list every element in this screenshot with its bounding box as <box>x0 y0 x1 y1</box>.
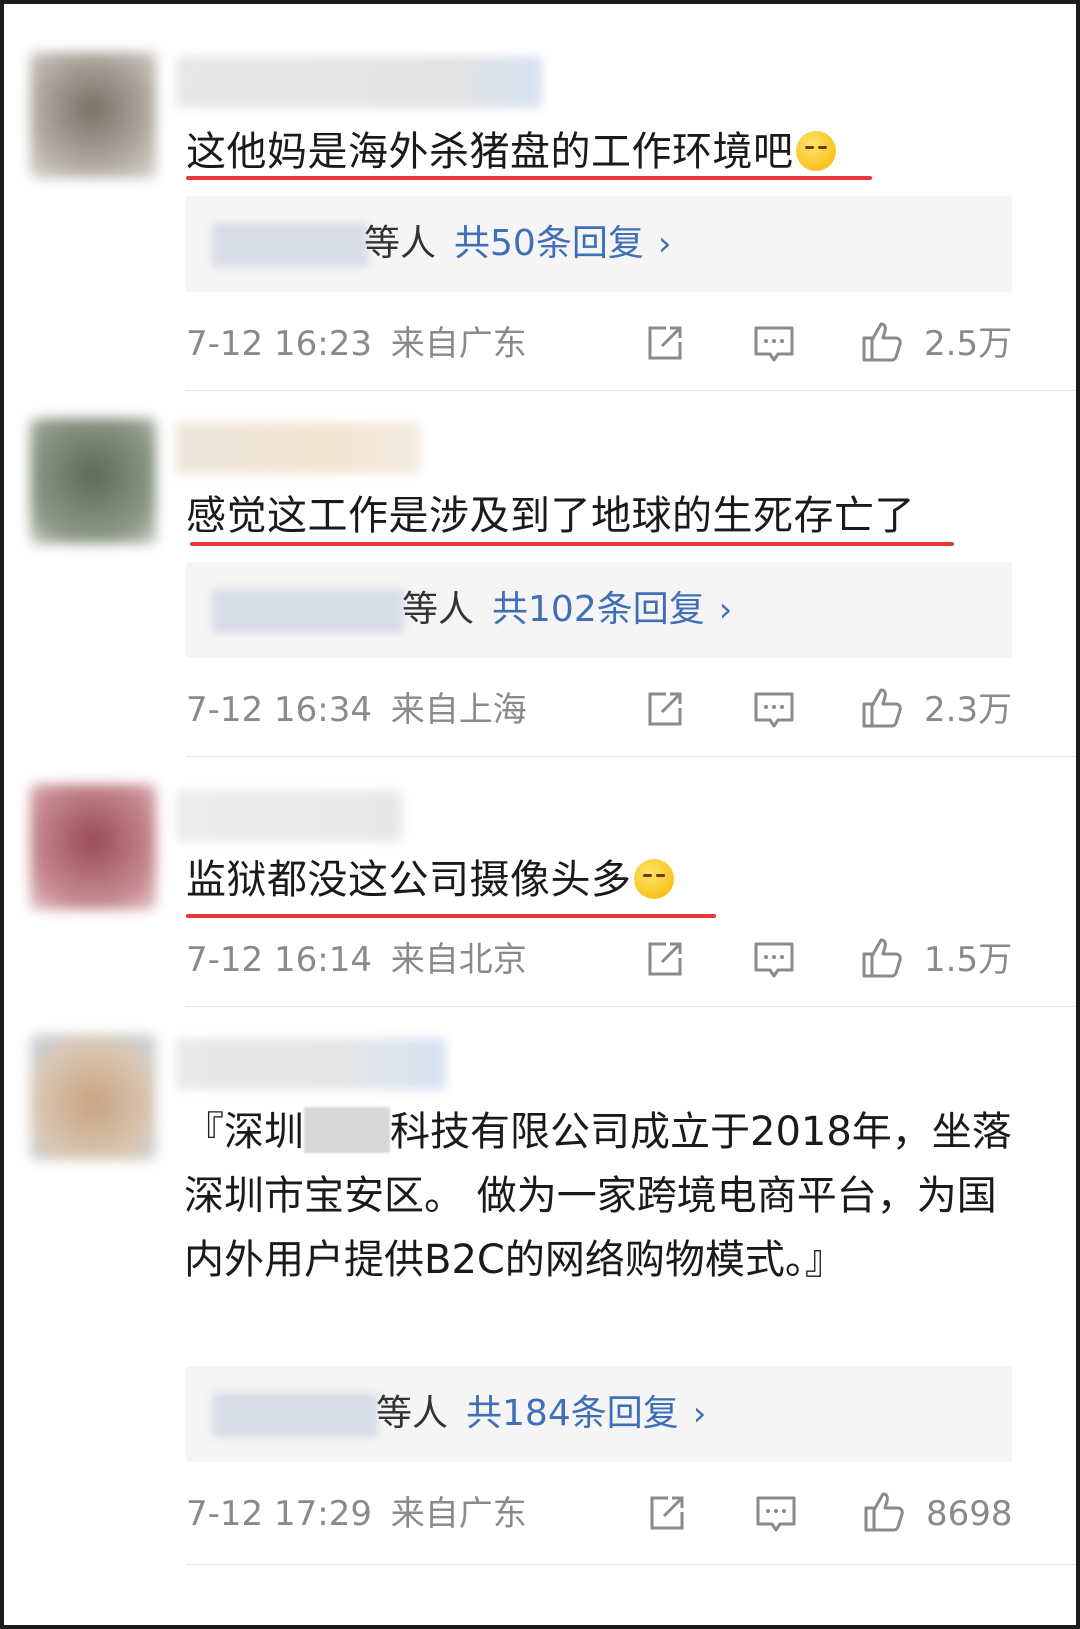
timestamp: 7-12 16:14 <box>186 940 372 980</box>
reply-users-suffix: 等人 <box>376 1393 449 1434</box>
comment-text: 『深圳 科技有限公司成立于2018年，坐落深圳市宝安区。 做为一家跨境电商平台，为… <box>184 1107 1012 1283</box>
comment-meta: 7-12 16:23 来自广东 <box>186 324 527 364</box>
location: 来自广东 <box>390 324 527 364</box>
share-icon[interactable] <box>642 938 686 982</box>
location: 来自上海 <box>390 690 527 730</box>
emoji-icon <box>795 131 836 171</box>
timestamp: 7-12 16:34 <box>186 690 372 730</box>
highlight-underline <box>190 542 954 546</box>
emoji-icon <box>633 859 674 899</box>
reply-users-suffix: 等人 <box>364 223 437 264</box>
thumbs-up-icon[interactable] <box>862 1490 906 1534</box>
thumbs-up-icon[interactable] <box>860 686 904 730</box>
comment-icon[interactable] <box>752 688 796 732</box>
highlight-underline <box>186 914 716 918</box>
like-count: 2.3万 <box>924 690 1013 730</box>
highlight-underline <box>186 176 872 180</box>
avatar[interactable] <box>30 52 156 178</box>
comment-list: 这他妈是海外杀猪盘的工作环境吧 等人 共50条回复 › 7-12 16:23 来自广… <box>4 4 1076 1625</box>
thumbs-up-icon[interactable] <box>860 320 904 364</box>
comment-meta: 7-12 16:14 来自北京 <box>186 940 527 980</box>
reply-users-blurred <box>212 589 404 633</box>
username-blurred[interactable] <box>176 790 402 842</box>
reply-users-blurred <box>212 223 368 267</box>
divider <box>186 756 1076 757</box>
chevron-right-icon: › <box>657 224 672 264</box>
comment-text: 这他妈是海外杀猪盘的工作环境吧 <box>186 128 836 176</box>
divider <box>186 1006 1076 1007</box>
share-icon[interactable] <box>642 688 686 732</box>
share-icon[interactable] <box>644 1492 688 1536</box>
reply-users-blurred <box>212 1393 378 1437</box>
comment-meta: 7-12 16:34 来自上海 <box>186 690 527 730</box>
view-replies-link[interactable]: 共184条回复 <box>466 1393 679 1434</box>
username-blurred[interactable] <box>176 56 542 108</box>
replies-preview[interactable]: 等人 共50条回复 › <box>186 196 1012 292</box>
timestamp: 7-12 17:29 <box>186 1494 372 1534</box>
location: 来自北京 <box>390 940 527 980</box>
comment-meta: 7-12 17:29 来自广东 <box>186 1494 527 1534</box>
divider <box>186 1564 1076 1565</box>
thumbs-up-icon[interactable] <box>860 936 904 980</box>
reply-users-suffix: 等人 <box>402 589 475 630</box>
chevron-right-icon: › <box>718 590 733 630</box>
like-count: 2.5万 <box>924 324 1013 364</box>
like-count: 8698 <box>926 1494 1013 1534</box>
comment-icon[interactable] <box>754 1492 798 1536</box>
share-icon[interactable] <box>642 322 686 366</box>
comment-icon[interactable] <box>752 938 796 982</box>
timestamp: 7-12 16:23 <box>186 324 372 364</box>
comment-text: 监狱都没这公司摄像头多 <box>186 856 674 904</box>
username-blurred[interactable] <box>176 1038 446 1090</box>
username-blurred[interactable] <box>176 422 420 474</box>
avatar[interactable] <box>30 418 156 544</box>
avatar[interactable] <box>30 1034 156 1160</box>
avatar[interactable] <box>30 784 156 910</box>
replies-preview[interactable]: 等人 共102条回复 › <box>186 562 1012 658</box>
view-replies-link[interactable]: 共102条回复 <box>492 589 705 630</box>
view-replies-link[interactable]: 共50条回复 <box>454 223 644 264</box>
comment-text: 感觉这工作是涉及到了地球的生死存亡了 <box>186 493 915 539</box>
like-count: 1.5万 <box>924 940 1013 980</box>
location: 来自广东 <box>390 1494 527 1534</box>
replies-preview[interactable]: 等人 共184条回复 › <box>186 1366 1012 1462</box>
comment-icon[interactable] <box>752 322 796 366</box>
chevron-right-icon: › <box>692 1394 707 1434</box>
divider <box>186 390 1076 391</box>
censored-block <box>304 1107 390 1153</box>
